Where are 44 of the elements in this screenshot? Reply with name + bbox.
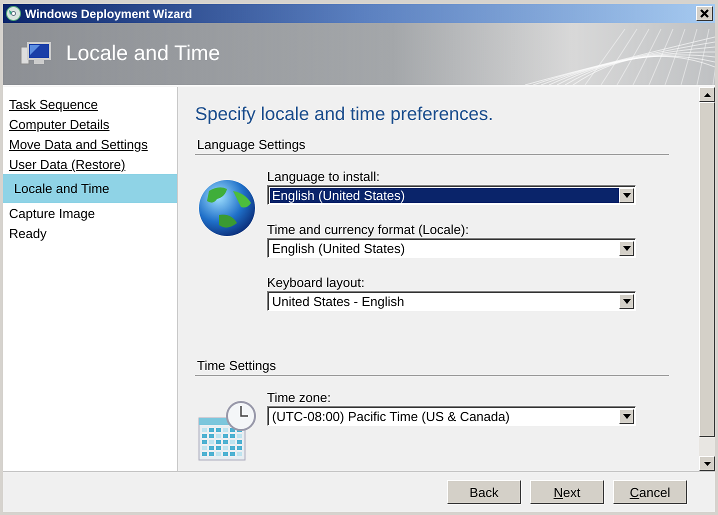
dropdown[interactable]: English (United States) <box>267 238 636 258</box>
dropdown-button[interactable] <box>619 294 634 308</box>
caret-icon <box>622 192 630 198</box>
field-label: Time zone: <box>267 390 332 406</box>
dropdown[interactable]: English (United States) <box>267 185 636 205</box>
sidebar-item[interactable]: Move Data and Settings <box>3 135 177 155</box>
group-title: Time Settings <box>195 358 669 376</box>
dropdown-value: United States - English <box>271 294 406 308</box>
close-button[interactable] <box>696 6 713 21</box>
dropdown[interactable]: United States - English <box>267 291 636 311</box>
window-title: Windows Deployment Wizard <box>25 6 194 20</box>
computer-icon <box>20 41 52 67</box>
sidebar-item[interactable]: Locale and Time <box>3 174 177 203</box>
sidebar-item[interactable]: Ready <box>3 224 177 244</box>
page-title: Locale and Time <box>66 42 220 66</box>
caret-icon <box>622 298 630 304</box>
wizard-button[interactable]: Back <box>447 480 521 504</box>
field-label: Time and currency format (Locale): <box>267 222 470 238</box>
wizard-button[interactable]: Next <box>530 480 604 504</box>
caret-icon <box>622 246 630 250</box>
section-heading: Specify locale and time preferences. <box>195 103 494 125</box>
field-label: Keyboard layout: <box>267 275 366 291</box>
dropdown[interactable]: (UTC-08:00) Pacific Time (US & Canada) <box>267 406 636 426</box>
dropdown-button[interactable] <box>619 240 634 256</box>
sidebar-item[interactable]: User Data (Restore) <box>3 155 177 175</box>
field-label: Language to install: <box>267 169 381 185</box>
down-arrow-icon <box>704 462 710 466</box>
close-icon <box>699 8 710 19</box>
scroll-up-button[interactable] <box>699 87 715 102</box>
calendar-clock-icon <box>197 400 259 462</box>
sidebar-item[interactable]: Task Sequence <box>3 95 177 115</box>
dropdown-value: English (United States) <box>271 240 406 256</box>
dropdown-button[interactable] <box>619 408 634 424</box>
dropdown-value: (UTC-08:00) Pacific Time (US & Canada) <box>271 408 511 424</box>
sidebar-item[interactable]: Computer Details <box>3 115 177 135</box>
group-title: Language Settings <box>195 137 669 155</box>
scroll-down-button[interactable] <box>699 456 715 471</box>
dropdown-value: English (United States) <box>270 188 619 202</box>
disc-icon <box>6 6 21 21</box>
sidebar-item[interactable]: Capture Image <box>3 204 177 224</box>
up-arrow-icon <box>704 92 710 96</box>
dropdown-button[interactable] <box>619 188 634 202</box>
caret-icon <box>622 414 630 418</box>
wizard-button[interactable]: Cancel <box>613 480 687 504</box>
